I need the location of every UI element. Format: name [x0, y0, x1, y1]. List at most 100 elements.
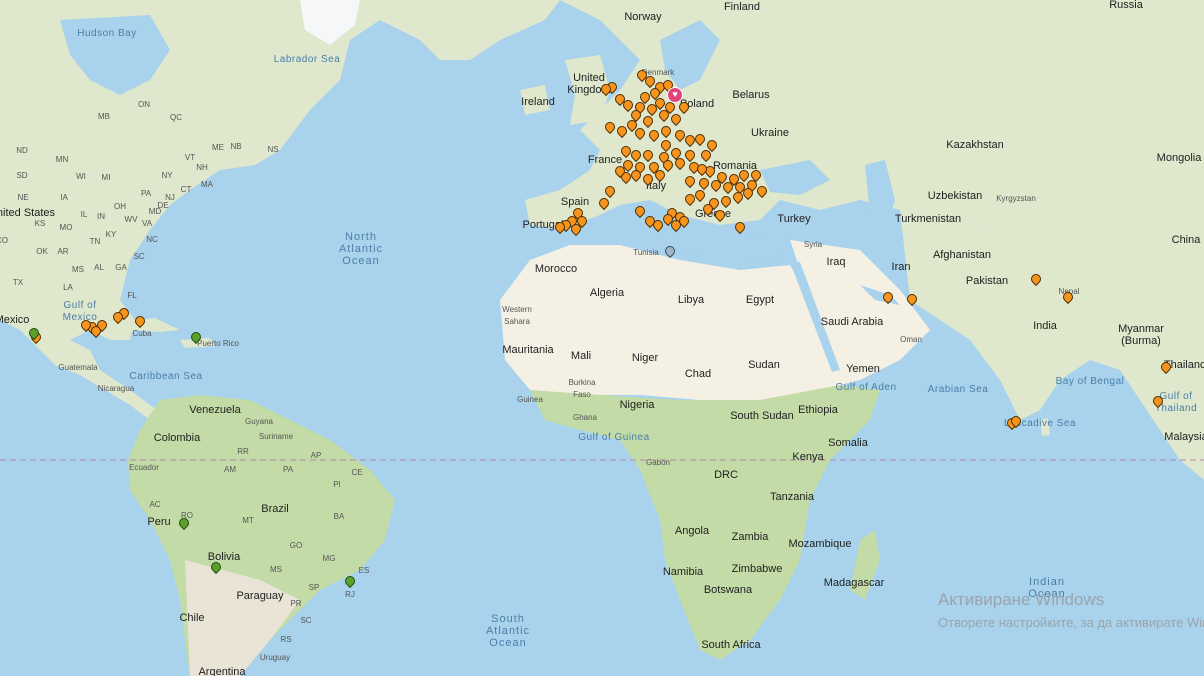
norway-label: Norway — [624, 11, 662, 23]
chile-label: Chile — [179, 612, 205, 624]
state-code: PA — [140, 189, 152, 198]
state-code: ON — [138, 100, 150, 109]
peru-label: Peru — [147, 516, 171, 528]
state-code: VT — [184, 153, 196, 162]
romania-label: Romania — [712, 160, 758, 172]
bay-of-bengal-label: Bay of Bengal — [1055, 376, 1125, 387]
state-code: RJ — [345, 590, 355, 599]
ecuador-label: Ecuador — [129, 463, 159, 472]
burkina-faso-label: Burkina Faso — [568, 378, 596, 399]
united-states-label: United States — [0, 207, 56, 219]
state-code: GO — [289, 541, 303, 550]
france-label: France — [587, 154, 623, 166]
state-code: ME — [212, 143, 224, 152]
pakistan-label: Pakistan — [965, 275, 1009, 287]
botswana-label: Botswana — [703, 584, 753, 596]
state-code: PA — [282, 465, 294, 474]
state-code: PI — [333, 480, 341, 489]
gulf-of-aden-label: Gulf of Aden — [835, 382, 897, 393]
state-code: NS — [267, 145, 279, 154]
mozambique-label: Mozambique — [788, 538, 852, 550]
nigeria-label: Nigeria — [619, 399, 655, 411]
state-code: RS — [280, 635, 292, 644]
iran-label: Iran — [891, 261, 911, 273]
state-code: KY — [105, 230, 117, 239]
morocco-label: Morocco — [534, 263, 578, 275]
turkey-label: Turkey — [777, 213, 811, 225]
uzbekistan-label: Uzbekistan — [927, 190, 983, 202]
windows-activation-watermark: Активиране Windows Отворете настройките,… — [938, 590, 1204, 632]
myanmar-label: Myanmar (Burma) — [1118, 323, 1164, 347]
state-code: NJ — [165, 193, 175, 202]
guatemala-label: Guatemala — [58, 363, 98, 372]
state-code: ES — [358, 566, 370, 575]
drc-label: DRC — [714, 469, 738, 481]
north-atlantic-ocean-label: North Atlantic Ocean — [338, 231, 384, 267]
state-code: KS — [34, 219, 46, 228]
state-code: VA — [141, 219, 153, 228]
state-code: NB — [230, 142, 242, 151]
kazakhstan-label: Kazakhstan — [946, 139, 1004, 151]
state-code: PR — [290, 599, 302, 608]
state-code: GA — [115, 263, 127, 272]
kenya-label: Kenya — [792, 451, 824, 463]
gulf-of-guinea-label: Gulf of Guinea — [578, 432, 650, 443]
state-code: NH — [196, 163, 208, 172]
favorite-heart-icon[interactable]: ♥ — [667, 87, 683, 103]
tanzania-label: Tanzania — [769, 491, 815, 503]
state-code: MO — [59, 223, 73, 232]
puerto-rico-label: Puerto Rico — [197, 339, 239, 348]
belarus-label: Belarus — [732, 89, 770, 101]
state-code: AR — [57, 247, 69, 256]
argentina-label: Argentina — [198, 666, 246, 676]
uruguay-label: Uruguay — [259, 653, 291, 662]
state-code: SP — [308, 583, 320, 592]
bolivia-label: Bolivia — [207, 551, 241, 563]
state-code: RR — [237, 447, 249, 456]
gulf-of-mexico-label: Gulf of Mexico — [62, 300, 98, 323]
malaysia-label: Malaysia — [1164, 431, 1204, 443]
map-base — [0, 0, 1204, 676]
state-code: MN — [55, 155, 69, 164]
mongolia-label: Mongolia — [1156, 152, 1202, 164]
state-code: NY — [161, 171, 173, 180]
mali-label: Mali — [570, 350, 592, 362]
south-sudan-label: South Sudan — [730, 410, 794, 422]
somalia-label: Somalia — [828, 437, 868, 449]
namibia-label: Namibia — [662, 566, 704, 578]
arabian-sea-label: Arabian Sea — [927, 384, 989, 395]
south-atlantic-ocean-label: South Atlantic Ocean — [485, 613, 531, 649]
state-code: IA — [60, 193, 68, 202]
state-code: AP — [310, 451, 322, 460]
world-map[interactable]: Hudson Bay Labrador Sea Norway Finland R… — [0, 0, 1204, 676]
kyrgyzstan-label: Kyrgyzstan — [996, 194, 1036, 203]
yemen-label: Yemen — [846, 363, 880, 375]
state-code: NE — [17, 193, 29, 202]
watermark-title: Активиране Windows — [938, 590, 1105, 609]
ethiopia-label: Ethiopia — [798, 404, 838, 416]
state-code: IL — [80, 210, 88, 219]
state-code: OK — [36, 247, 48, 256]
state-code: AC — [149, 500, 161, 509]
madagascar-land — [850, 530, 880, 600]
iraq-label: Iraq — [826, 256, 846, 268]
chad-label: Chad — [684, 368, 712, 380]
state-code: NC — [146, 235, 158, 244]
ireland-label: Ireland — [521, 96, 555, 108]
zimbabwe-label: Zimbabwe — [731, 563, 783, 575]
turkmenistan-label: Turkmenistan — [894, 213, 962, 225]
ukraine-label: Ukraine — [751, 127, 789, 139]
state-code: TN — [89, 237, 101, 246]
state-code: IN — [97, 212, 105, 221]
state-code: FL — [127, 291, 137, 300]
south-africa-label: South Africa — [701, 639, 761, 651]
suriname-label: Suriname — [258, 432, 294, 441]
state-code: WV — [124, 215, 138, 224]
angola-label: Angola — [674, 525, 710, 537]
zambia-label: Zambia — [731, 531, 769, 543]
guyana-label: Guyana — [244, 417, 274, 426]
state-code: CT — [180, 185, 192, 194]
brazil-label: Brazil — [261, 503, 289, 515]
state-code: QC — [170, 113, 182, 122]
hudson-bay-label: Hudson Bay — [77, 28, 137, 39]
